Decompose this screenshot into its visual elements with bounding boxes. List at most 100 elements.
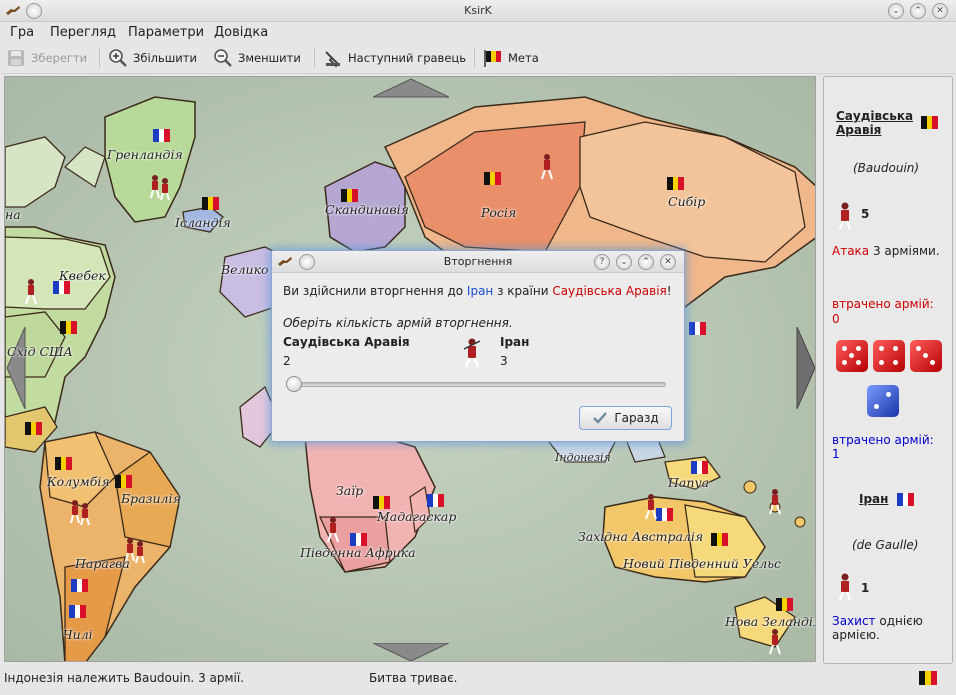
- invasion-message: Ви здійснили вторгнення до Іран з країни…: [283, 284, 672, 298]
- defender-player-name: (de Gaulle): [852, 538, 919, 552]
- current-player-flag-icon: [919, 671, 937, 685]
- goal-button[interactable]: Мета: [483, 47, 539, 69]
- menu-view[interactable]: Перегляд: [50, 25, 116, 40]
- scroll-right-arrow-icon[interactable]: [795, 327, 816, 409]
- red-die-icon: [873, 340, 905, 372]
- belgian-flag-icon: [55, 457, 73, 470]
- army-soldier-icon: [769, 629, 781, 655]
- window-title: KsirK: [464, 4, 492, 17]
- country-label-greenland: Гренландія: [107, 147, 183, 162]
- army-soldier-icon: [541, 154, 553, 180]
- menu-help[interactable]: Довідка: [214, 25, 268, 40]
- source-country-name: Саудівська Аравія: [283, 335, 410, 349]
- window-titlebar: KsirK ⌄ ⌃ ✕: [0, 0, 956, 22]
- toolbar-separator: [314, 48, 315, 68]
- belgian-flag-icon: [667, 177, 685, 190]
- target-army-count: 3: [500, 354, 508, 368]
- save-button[interactable]: Зберегти: [6, 47, 87, 69]
- status-bar: Індонезія належить Baudouin. 3 армії. Би…: [0, 665, 956, 695]
- country-label-russia: Росія: [481, 205, 517, 220]
- belgian-flag-icon: [484, 50, 501, 67]
- red-die-icon: [910, 340, 942, 372]
- maximize-button[interactable]: ⌃: [910, 3, 926, 19]
- army-soldier-icon: [327, 517, 339, 543]
- french-flag-icon: [691, 461, 709, 474]
- country-label-scandinavia: Скандинавія: [325, 202, 409, 217]
- next-player-button[interactable]: Наступний гравець: [323, 47, 466, 69]
- army-soldier-icon: [150, 175, 170, 201]
- belgian-flag-icon: [484, 172, 502, 185]
- attacker-army-count: 5: [861, 207, 870, 221]
- defender-country-name: Іран: [859, 492, 889, 506]
- status-text: Індонезія належить Baudouin. 3 армії.: [4, 671, 245, 685]
- zoom-in-icon: [109, 49, 127, 67]
- toolbar: Зберегти Збільшити Зменшити Наступний гр…: [0, 42, 956, 74]
- belgian-flag-icon: [776, 598, 794, 611]
- minimize-button[interactable]: ⌄: [888, 3, 904, 19]
- french-flag-icon: [350, 533, 368, 546]
- army-soldier-icon: [838, 573, 852, 601]
- country-label-western-australia: Західна Австралія: [578, 529, 704, 544]
- defender-lost-label: втрачено армій:: [832, 433, 934, 447]
- army-soldier-icon: [125, 538, 145, 564]
- country-label-papua: Папуа: [668, 475, 710, 490]
- source-army-count: 2: [283, 354, 291, 368]
- defender-army-count: 1: [861, 581, 870, 595]
- close-button[interactable]: ✕: [932, 3, 948, 19]
- country-label-south-africa: Південна Африка: [300, 545, 416, 560]
- attacker-country-name: Саудівська Аравія: [836, 109, 914, 137]
- attack-message: Атака 3 арміями.: [832, 244, 940, 258]
- zoom-out-button[interactable]: Зменшити: [213, 47, 301, 69]
- country-label-new-south-wales: Новий Південний Уельс: [623, 556, 782, 571]
- battle-info-panel: Саудівська Аравія (Baudouin) 5 Атака 3 а…: [823, 76, 953, 664]
- belgian-flag-icon: [921, 116, 939, 129]
- belgian-flag-icon: [202, 197, 220, 210]
- belgian-flag-icon: [341, 189, 359, 202]
- country-label-partial: на: [5, 207, 21, 222]
- belgian-flag-icon: [711, 533, 729, 546]
- scroll-up-arrow-icon[interactable]: [373, 77, 449, 99]
- belgian-flag-icon: [115, 475, 133, 488]
- toolbar-separator: [474, 48, 475, 68]
- menu-bar: Гра Перегляд Параметри Довідка: [0, 22, 956, 42]
- zoom-out-icon: [214, 49, 232, 67]
- blue-die-icon: [867, 385, 899, 417]
- army-count-slider-track[interactable]: [288, 382, 666, 387]
- attacker-lost-label: втрачено армій:: [832, 297, 934, 311]
- country-label-indonesia: Індонезія: [555, 451, 611, 464]
- ok-button[interactable]: Гаразд: [579, 406, 672, 430]
- next-player-icon: [325, 51, 340, 68]
- country-label-brazil: Бразилія: [121, 491, 181, 506]
- checkmark-icon: [593, 412, 608, 424]
- country-label-east-usa: Схід США: [7, 344, 73, 359]
- menu-settings[interactable]: Параметри: [128, 25, 204, 40]
- army-soldier-icon: [25, 279, 37, 305]
- dialog-help-button[interactable]: ?: [594, 254, 610, 270]
- red-die-icon: [836, 340, 868, 372]
- army-soldier-icon: [463, 338, 481, 368]
- army-soldier-icon: [70, 500, 90, 526]
- country-label-great-britain: Велико: [221, 262, 269, 277]
- dialog-maximize-button[interactable]: ⌃: [638, 254, 654, 270]
- target-country-name: Іран: [500, 335, 530, 349]
- scroll-left-arrow-icon[interactable]: [5, 327, 27, 409]
- attacker-player-name: (Baudouin): [853, 161, 920, 175]
- zoom-in-button[interactable]: Збільшити: [108, 47, 197, 69]
- menu-game[interactable]: Гра: [10, 25, 34, 40]
- dialog-minimize-button[interactable]: ⌄: [616, 254, 632, 270]
- defender-lost-count: 1: [832, 447, 840, 461]
- belgian-flag-icon: [25, 422, 43, 435]
- dialog-titlebar: Вторгнення ? ⌄ ⌃ ✕: [272, 251, 684, 273]
- invasion-dialog: Вторгнення ? ⌄ ⌃ ✕ Ви здійснили вторгнен…: [271, 250, 685, 442]
- defense-message: Захист однією армією.: [832, 614, 923, 642]
- army-count-slider-handle[interactable]: [286, 376, 302, 392]
- country-label-colombia: Колумбія: [47, 474, 110, 489]
- army-soldier-icon: [769, 489, 781, 515]
- belgian-flag-icon: [373, 496, 391, 509]
- save-icon: [8, 50, 24, 66]
- french-flag-icon: [689, 322, 707, 335]
- french-flag-icon: [53, 281, 71, 294]
- dialog-close-button[interactable]: ✕: [660, 254, 676, 270]
- scroll-down-arrow-icon[interactable]: [373, 643, 449, 662]
- country-label-madagascar: Мадагаскар: [377, 509, 457, 524]
